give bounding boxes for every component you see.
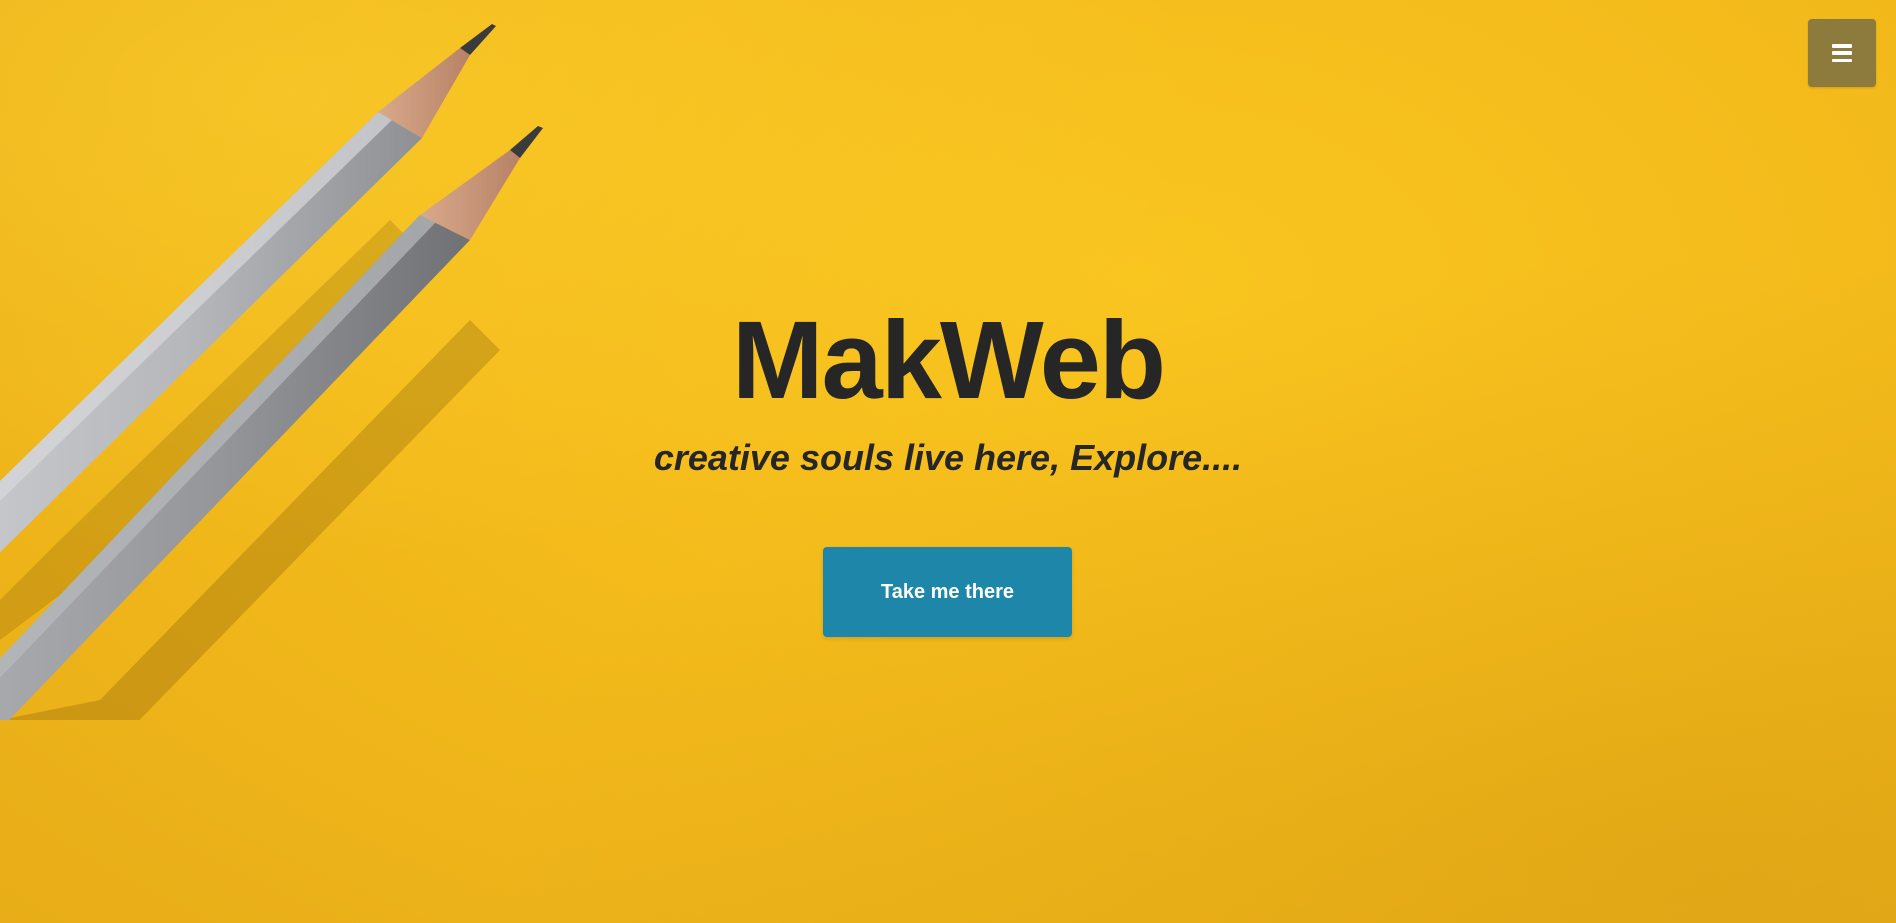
take-me-there-button[interactable]: Take me there bbox=[823, 547, 1072, 637]
site-title: MakWeb bbox=[731, 299, 1166, 422]
site-tagline: creative souls live here, Explore.... bbox=[653, 437, 1243, 478]
hero-section: MakWeb creative souls live here, Explore… bbox=[0, 0, 1896, 923]
